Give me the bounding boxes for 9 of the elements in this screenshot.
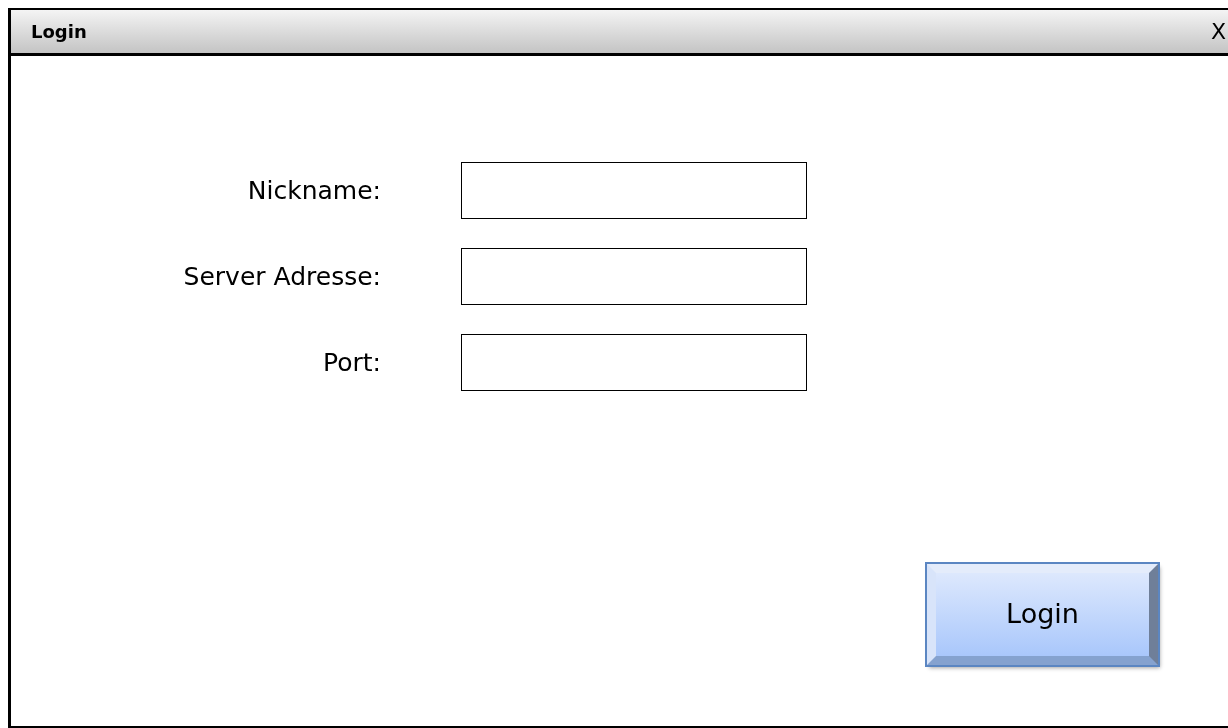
- window-title: Login: [31, 20, 87, 44]
- input-field[interactable]: [461, 248, 807, 305]
- input-field[interactable]: [461, 162, 807, 219]
- field-label: Port:: [322, 346, 382, 379]
- login-button[interactable]: Login: [927, 564, 1158, 665]
- field-label: Nickname:: [246, 174, 382, 207]
- input-field[interactable]: [461, 334, 807, 391]
- field-label: Server Adresse:: [182, 260, 382, 293]
- close-button[interactable]: X: [1210, 20, 1226, 43]
